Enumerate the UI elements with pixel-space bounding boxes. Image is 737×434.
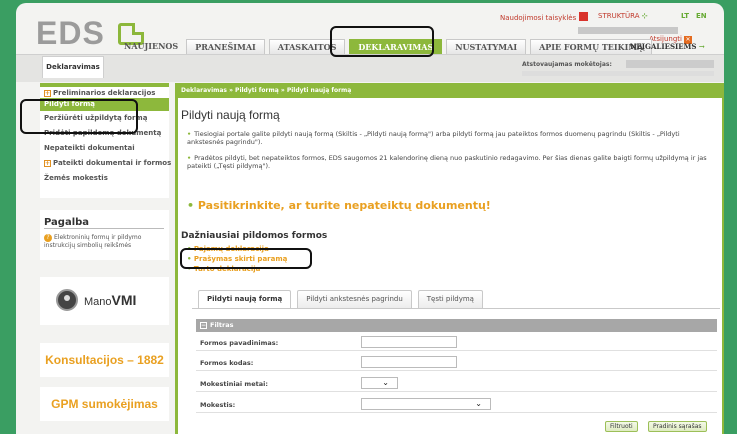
help-rules-link[interactable]: Naudojimosi taisyklės [500, 12, 589, 22]
breadcrumb[interactable]: Deklaravimas » Pildyti formą » Pildyti n… [181, 87, 351, 94]
nav-accessibility-link[interactable]: NEĮGALIESIEMS → [630, 42, 705, 51]
person-icon [56, 289, 78, 311]
representative-line-redacted [522, 71, 714, 76]
nav-tab-news[interactable]: NAUJIENOS [120, 39, 182, 54]
sidebar-item-unsubmitted[interactable]: Nepateikti dokumentai [44, 144, 135, 152]
form-name-input[interactable] [361, 336, 457, 348]
form-code-input[interactable] [361, 356, 457, 368]
representative-value-redacted [626, 60, 714, 68]
filter-label: Formos kodas: [200, 359, 254, 367]
filter-label: Mokestiniai metai: [200, 380, 268, 388]
common-forms-heading: Dažniausiai pildomos formos [181, 231, 328, 241]
highlight-nav-declaring [330, 26, 434, 57]
chevron-down-icon: ⌄ [475, 399, 482, 408]
info-bullet-1: • Tiesiogiai portale galite pildyti naują… [187, 130, 680, 146]
eds-logo[interactable]: EDS [36, 15, 105, 52]
user-name-redacted [578, 27, 678, 34]
app-window: EDS Naudojimosi taisyklės STRUKTŪRA ⊹ LT… [16, 3, 724, 434]
form-tabs: Pildyti naują formą Pildyti ankstesnės p… [198, 290, 489, 308]
tax-select[interactable]: ⌄ [361, 398, 491, 410]
expand-icon: + [44, 90, 51, 97]
filter-label: Formos pavadinimas: [200, 339, 279, 347]
help-title: Pagalba [44, 217, 90, 228]
tab-continue[interactable]: Tęsti pildymą [417, 290, 483, 308]
lang-lt-link[interactable]: LT [681, 12, 689, 20]
manovmi-label: ManoVMI [84, 292, 137, 308]
collapse-icon: − [200, 322, 207, 329]
reset-list-button[interactable]: Pradinis sąrašas [648, 421, 707, 432]
filter-row-tax-year: Mokestiniai metai: ⌄ [196, 375, 717, 392]
lang-en-link[interactable]: EN [696, 12, 707, 20]
highlight-sidebar-fill-form [20, 99, 138, 134]
consultations-banner[interactable]: Konsultacijos – 1882 [40, 343, 169, 377]
tax-year-select[interactable]: ⌄ [361, 377, 398, 389]
highlight-support-request [180, 248, 312, 269]
question-icon: ? [44, 234, 52, 242]
filter-row-form-code: Formos kodas: [196, 354, 717, 371]
nav-tab-messages[interactable]: PRANEŠIMAI [186, 39, 265, 54]
info-bullet-2: • Pradėtos pildyti, bet nepateiktos formo… [187, 154, 707, 170]
filter-row-tax: Mokestis: ⌄ [196, 396, 717, 413]
filter-row-form-name: Formos pavadinimas: [196, 334, 717, 351]
page-title: Pildyti naują formą [181, 108, 280, 122]
tab-fill-previous[interactable]: Pildyti ankstesnės pagrindu [297, 290, 412, 308]
representative-label: Atstovaujamas mokėtojas: [522, 61, 612, 68]
filter-label: Mokestis: [200, 401, 236, 409]
arrow-right-icon: → [698, 42, 705, 51]
help-symbols-link[interactable]: ? Elektroninių formų ir pildymo instrukci… [44, 234, 168, 250]
chevron-down-icon: ⌄ [382, 378, 389, 387]
breadcrumb-bar: Deklaravimas » Pildyti formą » Pildyti n… [178, 83, 722, 98]
tab-fill-new[interactable]: Pildyti naują formą [198, 290, 292, 308]
subheader-tab-declaring[interactable]: Deklaravimas [42, 56, 104, 78]
subheader-strip [16, 54, 724, 82]
filter-button[interactable]: Filtruoti [605, 421, 638, 432]
structure-link[interactable]: STRUKTŪRA ⊹ [598, 12, 648, 20]
filter-header[interactable]: − Filtras [196, 319, 717, 332]
pdf-icon [579, 12, 589, 21]
divider [44, 228, 164, 229]
sidebar-item-submitted[interactable]: + Pateikti dokumentai ir formos [44, 159, 171, 167]
nav-tab-settings[interactable]: NUSTATYMAI [446, 39, 527, 54]
tree-icon: ⊹ [641, 12, 648, 20]
unsubmitted-warning-link[interactable]: • Pasitikrinkite, ar turite nepateiktų d… [187, 199, 491, 212]
expand-icon: + [44, 160, 51, 167]
sidebar-item-land-tax[interactable]: Žemės mokestis [44, 174, 108, 182]
tabs-divider [192, 308, 720, 309]
gpm-payment-banner[interactable]: GPM sumokėjimas [40, 387, 169, 421]
manovmi-banner[interactable]: ManoVMI [40, 277, 169, 325]
sidebar-item-preliminary[interactable]: + Preliminarios deklaracijos [44, 89, 155, 97]
help-box: Pagalba ? Elektroninių formų ir pildymo i… [40, 210, 169, 260]
